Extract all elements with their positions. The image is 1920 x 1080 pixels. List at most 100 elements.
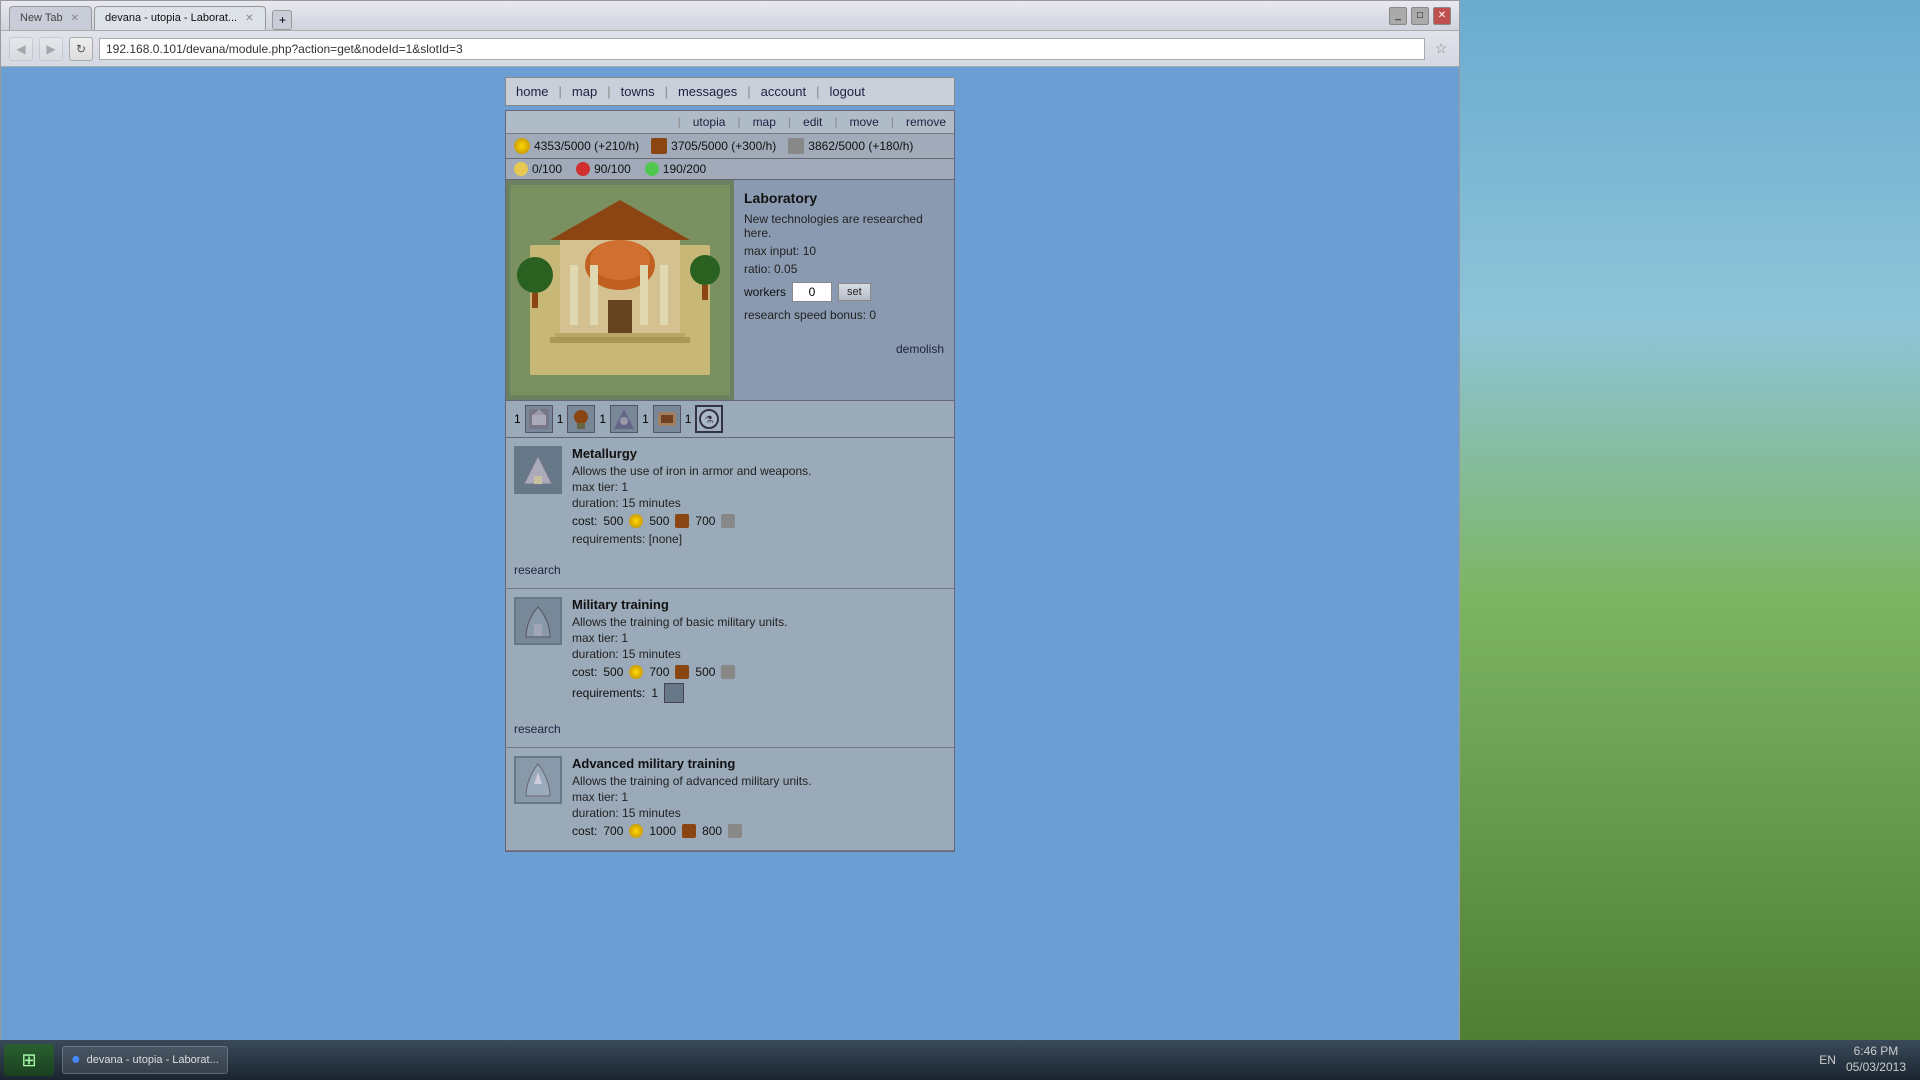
tab-devana-close[interactable]: ✕ — [243, 13, 255, 24]
new-tab-button[interactable]: + — [272, 10, 292, 30]
tech-metallurgy-inner: Metallurgy Allows the use of iron in arm… — [506, 438, 954, 556]
tech-military-tier: max tier: 1 — [572, 631, 946, 645]
stats-bar: 0/100 90/100 190/200 — [506, 159, 954, 180]
taskbar-app-label: devana - utopia - Laborat... — [87, 1054, 219, 1066]
tech-metallurgy-duration: duration: 15 minutes — [572, 496, 946, 510]
building-max-input: max input: 10 — [744, 244, 944, 258]
game-content: home | map | towns | messages | account … — [505, 77, 955, 852]
slot3-number: 1 — [599, 412, 606, 426]
stone-resource: 3862/5000 (+180/h) — [788, 138, 913, 154]
wood-resource: 3705/5000 (+300/h) — [651, 138, 776, 154]
tech-adv-military-name: Advanced military training — [572, 756, 946, 771]
tech-military-research[interactable]: research — [514, 719, 561, 739]
nav-messages[interactable]: messages — [678, 84, 737, 99]
tech-adv-military-details: Advanced military training Allows the tr… — [572, 756, 946, 842]
tech-adv-military-duration: duration: 15 minutes — [572, 806, 946, 820]
building-description: New technologies are researched here. — [744, 212, 944, 240]
action-edit[interactable]: edit — [803, 115, 822, 129]
stone-icon-tech0 — [721, 514, 735, 528]
sep-b: | — [788, 115, 791, 129]
building-section: Laboratory New technologies are research… — [506, 180, 954, 400]
building-image — [506, 180, 734, 400]
nav-map[interactable]: map — [572, 84, 597, 99]
tab-devana-label: devana - utopia - Laborat... — [105, 12, 237, 24]
gold-icon-tech2 — [629, 824, 643, 838]
research-speed: research speed bonus: 0 — [744, 308, 944, 322]
address-bar[interactable]: 192.168.0.101/devana/module.php?action=g… — [99, 38, 1425, 60]
tech-adv-military-inner: Advanced military training Allows the tr… — [506, 748, 954, 850]
tech-metallurgy-icon — [514, 446, 562, 494]
main-box: | utopia | map | edit | move | remove — [505, 110, 955, 852]
address-text: 192.168.0.101/devana/module.php?action=g… — [106, 42, 463, 56]
demolish-link[interactable]: demolish — [744, 342, 944, 356]
tech-metallurgy-research[interactable]: research — [514, 560, 561, 580]
building-info: Laboratory New technologies are research… — [734, 180, 954, 400]
nav-towns[interactable]: towns — [621, 84, 655, 99]
nav-home[interactable]: home — [516, 84, 549, 99]
action-move[interactable]: move — [850, 115, 879, 129]
maximize-button[interactable]: □ — [1411, 7, 1429, 25]
tab-new-tab[interactable]: New Tab ✕ — [9, 6, 92, 30]
pop-value: 0/100 — [532, 162, 562, 176]
slot2-icon[interactable] — [567, 405, 595, 433]
tech-adv-military-icon — [514, 756, 562, 804]
tech-military-inner: Military training Allows the training of… — [506, 589, 954, 715]
bookmark-star[interactable]: ☆ — [1431, 39, 1451, 59]
sep-a: | — [737, 115, 740, 129]
wood-icon-tech2 — [682, 824, 696, 838]
stone-icon — [788, 138, 804, 154]
slot5-icon[interactable]: ⚗ — [695, 405, 723, 433]
wood-icon-tech1 — [675, 665, 689, 679]
back-button[interactable]: ◀ — [9, 37, 33, 61]
stone-icon-tech1 — [721, 665, 735, 679]
reload-icon: ↻ — [76, 42, 86, 56]
req-icon — [664, 683, 684, 703]
tech-metallurgy-name: Metallurgy — [572, 446, 946, 461]
tech-military-req: requirements: 1 — [572, 683, 946, 703]
tab-devana[interactable]: devana - utopia - Laborat... ✕ — [94, 6, 266, 30]
slot4-icon[interactable] — [653, 405, 681, 433]
action-utopia[interactable]: utopia — [693, 115, 726, 129]
clock: 6:46 PM 05/03/2013 — [1846, 1044, 1906, 1075]
close-button[interactable]: ✕ — [1433, 7, 1451, 25]
building-ratio: ratio: 0.05 — [744, 262, 944, 276]
tech-adv-military-tier: max tier: 1 — [572, 790, 946, 804]
nav-logout[interactable]: logout — [830, 84, 865, 99]
minimize-button[interactable]: _ — [1389, 7, 1407, 25]
sep5: | — [816, 84, 819, 99]
pop-stat: 0/100 — [514, 162, 562, 176]
slot1-icon[interactable] — [525, 405, 553, 433]
pop-icon — [514, 162, 528, 176]
reload-button[interactable]: ↻ — [69, 37, 93, 61]
taskbar-item-chrome[interactable]: ● devana - utopia - Laborat... — [62, 1046, 228, 1074]
taskbar: ⊞ ● devana - utopia - Laborat... EN 6:46… — [0, 1040, 1920, 1080]
tab-new-tab-close[interactable]: ✕ — [69, 13, 81, 24]
set-button[interactable]: set — [838, 283, 871, 301]
slot5-number: 1 — [685, 412, 692, 426]
action-bar: | utopia | map | edit | move | remove — [506, 111, 954, 134]
tech-military-name: Military training — [572, 597, 946, 612]
tech-military-duration: duration: 15 minutes — [572, 647, 946, 661]
tech-metallurgy-details: Metallurgy Allows the use of iron in arm… — [572, 446, 946, 548]
clock-date: 05/03/2013 — [1846, 1060, 1906, 1076]
start-button[interactable]: ⊞ — [4, 1044, 54, 1076]
nav-account[interactable]: account — [761, 84, 807, 99]
sep2: | — [607, 84, 610, 99]
slot3-icon[interactable] — [610, 405, 638, 433]
forward-button[interactable]: ▶ — [39, 37, 63, 61]
gold-icon — [514, 138, 530, 154]
tech-military-icon — [514, 597, 562, 645]
tech-military-cost: cost: 500 700 500 — [572, 665, 946, 679]
action-remove[interactable]: remove — [906, 115, 946, 129]
tech-item-military: Military training Allows the training of… — [506, 589, 954, 748]
slot4-number: 1 — [642, 412, 649, 426]
action-map[interactable]: map — [753, 115, 776, 129]
tech-military-desc: Allows the training of basic military un… — [572, 615, 946, 629]
tab-bar: New Tab ✕ devana - utopia - Laborat... ✕… — [9, 2, 292, 30]
workers-input[interactable] — [792, 282, 832, 302]
tech-metallurgy-req: requirements: [none] — [572, 532, 946, 546]
tech-adv-military-desc: Allows the training of advanced military… — [572, 774, 946, 788]
tech-adv-military-cost: cost: 700 1000 800 — [572, 824, 946, 838]
sep3: | — [665, 84, 668, 99]
tech-metallurgy-tier: max tier: 1 — [572, 480, 946, 494]
